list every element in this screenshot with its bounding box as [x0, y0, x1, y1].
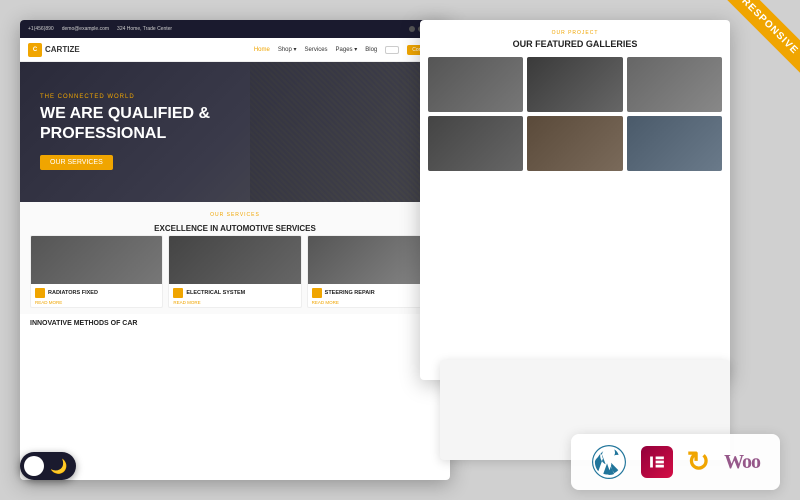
site-topbar: +1(456)890 demo@example.com 324 Home, Tr…	[20, 20, 450, 38]
galleries-label: OUR PROJECT	[428, 30, 722, 36]
moon-icon: 🌙	[50, 458, 67, 475]
logo-icon: C	[28, 43, 42, 57]
site-navbar: C CARTIZE Home Shop ▾ Services Pages ▾ B…	[20, 38, 450, 62]
service-name-1: RADIATORS FIXED	[48, 290, 98, 296]
service-readmore-3[interactable]: READ MORE	[312, 300, 435, 305]
responsive-badge: RESPONSIVE	[685, 0, 800, 115]
hero-title: WE ARE QUALIFIED &PROFESSIONAL	[40, 104, 430, 142]
services-grid: RADIATORS FIXED READ MORE ELECTRICAL SYS…	[30, 235, 440, 308]
responsive-badge-text: RESPONSIVE	[714, 0, 800, 79]
innovative-section: INNOVATIVE METHODS OF CAR	[20, 314, 450, 333]
gallery-thumb-1[interactable]	[428, 57, 523, 112]
social-icon-1	[409, 26, 415, 32]
left-preview-card: +1(456)890 demo@example.com 324 Home, Tr…	[20, 20, 450, 480]
service-icon-row-3: STEERING REPAIR	[312, 288, 435, 298]
main-container: +1(456)890 demo@example.com 324 Home, Tr…	[0, 0, 800, 500]
service-icon-1	[35, 288, 45, 298]
woocommerce-label: Woo	[724, 451, 760, 474]
site-logo: C CARTIZE	[28, 43, 80, 57]
refresh-icon: ↻	[687, 448, 710, 476]
search-box[interactable]	[385, 46, 399, 54]
gallery-thumb-5[interactable]	[527, 116, 622, 171]
galleries-grid	[428, 57, 722, 171]
service-icon-2	[173, 288, 183, 298]
innovative-title: INNOVATIVE METHODS OF CAR	[30, 320, 440, 327]
topbar-email: demo@example.com	[62, 26, 109, 32]
service-name-2: ELECTRICAL SYSTEM	[186, 290, 245, 296]
hero-button[interactable]: OUR SERVICES	[40, 155, 113, 170]
services-title: EXCELLENCE IN AUTOMOTIVE SERVICES	[30, 224, 440, 233]
gallery-thumb-2[interactable]	[527, 57, 622, 112]
tech-badges: ↻ Woo	[571, 434, 780, 490]
service-icon-3	[312, 288, 322, 298]
topbar-address: 324 Home, Trade Center	[117, 26, 172, 32]
elementor-icon	[641, 446, 673, 478]
service-card-1: RADIATORS FIXED READ MORE	[30, 235, 163, 308]
service-readmore-1[interactable]: READ MORE	[35, 300, 158, 305]
service-icon-row-1: RADIATORS FIXED	[35, 288, 158, 298]
services-label: OUR SERVICES	[30, 212, 440, 218]
topbar-phone: +1(456)890	[28, 26, 54, 32]
service-image-2	[169, 236, 300, 284]
nav-pages[interactable]: Pages ▾	[336, 46, 358, 53]
nav-shop[interactable]: Shop ▾	[278, 46, 297, 53]
logo-text: CARTIZE	[45, 45, 80, 54]
galleries-section: OUR PROJECT OUR FEATURED GALLERIES	[420, 20, 730, 179]
service-info-2: ELECTRICAL SYSTEM READ MORE	[169, 284, 300, 307]
dark-mode-toggle[interactable]: 🌙	[20, 452, 76, 480]
service-name-3: STEERING REPAIR	[325, 290, 375, 296]
gallery-thumb-6[interactable]	[627, 116, 722, 171]
service-image-1	[31, 236, 162, 284]
service-readmore-2[interactable]: READ MORE	[173, 300, 296, 305]
topbar-left: +1(456)890 demo@example.com 324 Home, Tr…	[28, 26, 172, 32]
nav-links: Home Shop ▾ Services Pages ▾ Blog Contac…	[254, 45, 442, 55]
gallery-thumb-4[interactable]	[428, 116, 523, 171]
right-preview-card: OUR PROJECT OUR FEATURED GALLERIES	[420, 20, 730, 380]
services-section: OUR SERVICES EXCELLENCE IN AUTOMOTIVE SE…	[20, 202, 450, 314]
toggle-knob	[24, 456, 44, 476]
galleries-title: OUR FEATURED GALLERIES	[428, 39, 722, 49]
nav-blog[interactable]: Blog	[365, 47, 377, 53]
site-hero: THE CONNECTED WORLD WE ARE QUALIFIED &PR…	[20, 62, 450, 202]
wordpress-icon	[591, 444, 627, 480]
hero-content: THE CONNECTED WORLD WE ARE QUALIFIED &PR…	[40, 94, 430, 169]
service-info-1: RADIATORS FIXED READ MORE	[31, 284, 162, 307]
nav-home[interactable]: Home	[254, 47, 270, 53]
service-icon-row-2: ELECTRICAL SYSTEM	[173, 288, 296, 298]
nav-services[interactable]: Services	[305, 47, 328, 53]
hero-subtitle: THE CONNECTED WORLD	[40, 94, 430, 100]
service-card-2: ELECTRICAL SYSTEM READ MORE	[168, 235, 301, 308]
